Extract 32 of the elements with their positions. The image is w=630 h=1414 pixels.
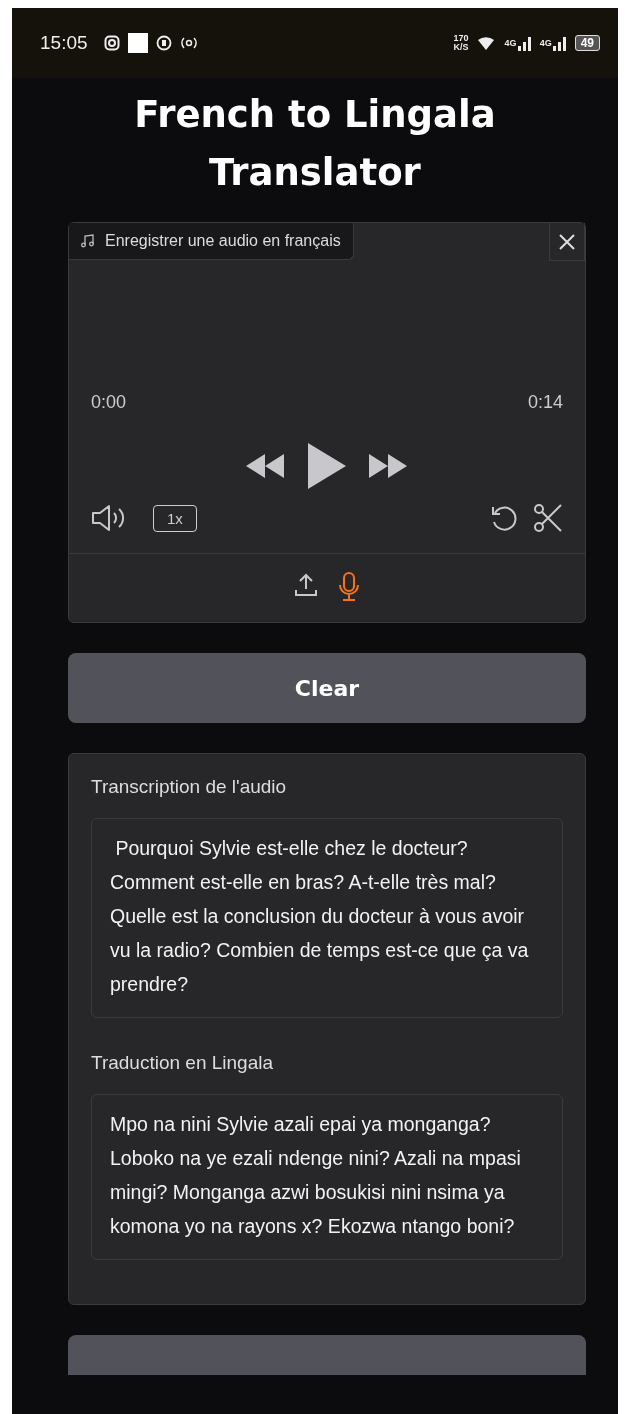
chat-icon (155, 35, 172, 51)
wifi-icon (476, 35, 497, 51)
current-time: 0:00 (91, 392, 127, 413)
page-title: French to Lingala Translator (133, 92, 497, 196)
battery-level: 49 (574, 35, 600, 51)
network-type: 4G (504, 38, 517, 48)
signal-icon (552, 35, 567, 51)
radio-icon (179, 37, 198, 49)
duration: 0:14 (527, 392, 563, 413)
field-label: Transcription de l'audio (91, 776, 288, 798)
music-note-icon (81, 234, 95, 248)
clock: 15:05 (40, 32, 88, 54)
close-icon (558, 232, 576, 251)
camera-icon (103, 35, 120, 51)
network-speed: 170 (453, 34, 469, 43)
rewind-button[interactable] (246, 453, 286, 479)
output-text-field[interactable]: Pourquoi Sylvie est-elle chez le docteur? Comment est-elle en bras? A-t-elle très mal? Quelle est la conclusion du docteur à vous avoir vu la radio? Combien de temps est-ce que ça va prendre? (91, 818, 563, 1018)
playback-speed-button[interactable]: 1x (153, 504, 197, 532)
play-button[interactable] (308, 443, 346, 489)
clear-button[interactable]: Clear (68, 653, 586, 723)
output-text-field[interactable]: Mpo na nini Sylvie azali epai ya monganga? Loboko na ye ezali ndenge nini? Azali na mpasi mingi? Monganga azwi bosukisi nini nsima ya komona yo na rayons x? Ekozwa ntango boni? (91, 1094, 563, 1260)
volume-button[interactable] (91, 504, 127, 532)
network-type: 4G (539, 38, 552, 48)
close-button[interactable] (549, 223, 585, 261)
microphone-button[interactable] (338, 572, 360, 602)
trim-button[interactable] (533, 503, 563, 533)
field-label: Traduction en Lingala (91, 1052, 275, 1074)
fast-forward-button[interactable] (368, 453, 408, 479)
speed-unit: K/S (453, 43, 469, 52)
audio-label-text: Enregistrer une audio en français (105, 232, 341, 250)
square-icon (127, 33, 148, 53)
signal-icon (517, 35, 532, 51)
